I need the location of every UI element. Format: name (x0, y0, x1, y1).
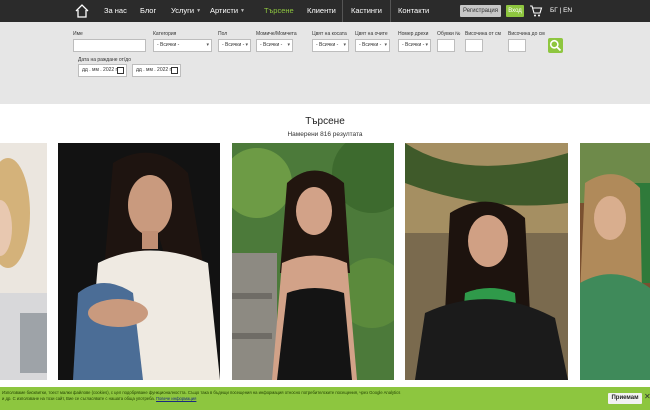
search-button[interactable] (548, 38, 563, 53)
cookie-accept-button[interactable]: Приемам (608, 393, 642, 404)
artist-card[interactable] (405, 143, 568, 380)
birthdate-to-value: дд . мм . 2022 г. (136, 67, 173, 73)
category-label: Категория (153, 31, 177, 37)
artist-photo (580, 143, 650, 380)
calendar-icon[interactable] (117, 67, 124, 74)
cookie-message: Използваме бисквитки, тоест малки файлов… (2, 390, 401, 401)
nav-artists[interactable]: Артисти ▼ (210, 0, 245, 22)
birthdate-label: Дата на раждане от/до (78, 57, 131, 63)
nav-search[interactable]: Търсене (264, 0, 294, 22)
hair-color-label: Цвят на косата (312, 31, 347, 37)
top-navbar: За нас Блог Услуги ▼ Артисти ▼ Търсене Кли… (0, 0, 650, 22)
category-value: - Всички - (157, 42, 180, 48)
chevron-down-icon: ▾ (343, 42, 346, 48)
search-icon (549, 39, 562, 52)
age-group-select[interactable]: - Всички - ▾ (256, 39, 293, 52)
artist-card[interactable] (580, 143, 650, 380)
artist-card[interactable] (232, 143, 394, 380)
artist-card[interactable] (58, 143, 220, 380)
age-group-label: Момиче/Момчета (256, 31, 297, 37)
results-count: Намерени 816 резултата (287, 131, 363, 138)
close-icon[interactable]: ✕ (644, 392, 650, 401)
register-button[interactable]: Регистрация (460, 5, 501, 17)
age-group-value: - Всички - (260, 42, 283, 48)
birthdate-to-input[interactable]: дд . мм . 2022 г. (132, 64, 181, 77)
eye-color-label: Цвят на очите (355, 31, 388, 37)
clothes-size-select[interactable]: - Всички - ▾ (398, 39, 431, 52)
gender-value: - Всички - (222, 42, 245, 48)
home-icon[interactable] (74, 3, 90, 19)
artist-photo (232, 143, 394, 380)
height-to-label: Височина до см (508, 31, 545, 37)
cart-icon[interactable] (529, 4, 543, 18)
page-title: Търсене (305, 116, 345, 127)
artist-card[interactable] (0, 143, 47, 380)
shoe-size-label: Обувки № (437, 31, 461, 37)
chevron-down-icon: ▾ (384, 42, 387, 48)
nav-clients[interactable]: Клиенти (307, 0, 336, 22)
height-from-input[interactable] (465, 39, 483, 52)
gender-select[interactable]: - Всички - ▾ (218, 39, 251, 52)
chevron-down-icon: ▾ (287, 42, 290, 48)
shoe-size-input[interactable] (437, 39, 455, 52)
gender-label: Пол (218, 31, 228, 37)
calendar-icon[interactable] (171, 67, 178, 74)
artist-photo (58, 143, 220, 380)
cookie-banner: Използваме бисквитки, тоест малки файлов… (0, 387, 650, 410)
birthdate-from-value: дд . мм . 2022 г. (82, 67, 119, 73)
artist-photo (0, 143, 47, 380)
birthdate-from-input[interactable]: дд . мм . 2022 г. (78, 64, 127, 77)
chevron-down-icon: ▾ (206, 42, 209, 48)
cookie-text: Използваме бисквитки, тоест малки файлов… (2, 390, 402, 402)
hair-color-select[interactable]: - Всички - ▾ (312, 39, 349, 52)
name-input[interactable] (73, 39, 146, 52)
chevron-down-icon: ▾ (425, 42, 428, 48)
nav-blog[interactable]: Блог (140, 0, 156, 22)
nav-contacts[interactable]: Контакти (398, 0, 429, 22)
language-switcher[interactable]: БГ | EN (550, 0, 572, 22)
chevron-down-icon: ▼ (196, 8, 202, 14)
clothes-size-label: Номер дрехи (398, 31, 429, 37)
artist-photo (405, 143, 568, 380)
height-from-label: Височина от см (465, 31, 501, 37)
nav-about[interactable]: За нас (104, 0, 127, 22)
name-label: Име (73, 31, 83, 37)
category-select[interactable]: - Всички - ▾ (153, 39, 212, 52)
search-filters: Име Категория - Всички - ▾ Пол - Всички -… (0, 22, 650, 104)
height-to-input[interactable] (508, 39, 526, 52)
cookie-more-info-link[interactable]: Повече информация (156, 396, 196, 401)
nav-services-label: Услуги (171, 6, 195, 15)
chevron-down-icon: ▾ (245, 42, 248, 48)
nav-services[interactable]: Услуги ▼ (171, 0, 201, 22)
login-button[interactable]: Вход (506, 5, 524, 17)
chevron-down-icon: ▼ (240, 8, 245, 14)
clothes-size-value: - Всички - (402, 42, 425, 48)
eye-color-select[interactable]: - Всички - ▾ (355, 39, 390, 52)
nav-artists-label: Артисти (210, 6, 239, 15)
nav-castings[interactable]: Кастинги (342, 0, 391, 22)
eye-color-value: - Всички - (359, 42, 382, 48)
hair-color-value: - Всички - (316, 42, 339, 48)
